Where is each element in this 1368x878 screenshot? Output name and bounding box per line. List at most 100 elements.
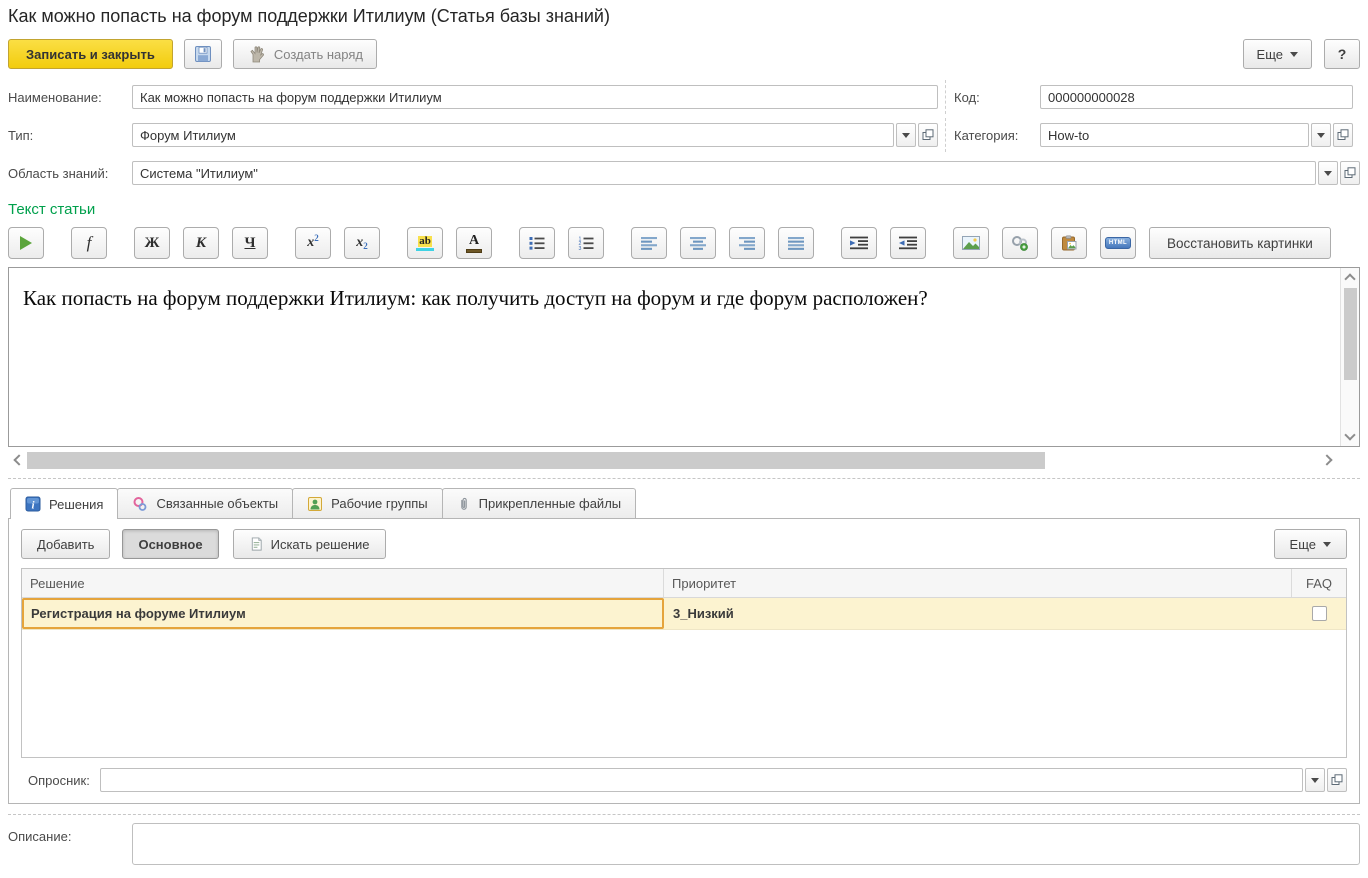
align-center-button[interactable] [680,227,716,259]
superscript-button[interactable]: x2 [295,227,331,259]
category-label: Категория: [954,128,1040,143]
tab-attached-files[interactable]: Прикрепленные файлы [442,488,637,518]
bold-button[interactable]: Ж [134,227,170,259]
font-color-button[interactable]: A [456,227,492,259]
font-button[interactable]: f [71,227,107,259]
insert-image-button[interactable] [953,227,989,259]
scroll-up-arrow[interactable] [1341,268,1360,287]
article-text-editor[interactable]: Как попасть на форум поддержки Итилиум: … [8,267,1360,447]
dropdown-caret-icon [1324,171,1332,176]
paste-button[interactable] [1051,227,1087,259]
column-header-priority[interactable]: Приоритет [664,569,1292,597]
restore-images-button[interactable]: Восстановить картинки [1149,227,1331,259]
page-title: Как можно попасть на форум поддержки Ити… [8,6,1360,30]
tab-label: Связанные объекты [156,496,278,511]
info-icon: i [25,496,41,512]
tab-label: Рабочие группы [331,496,427,511]
description-label: Описание: [8,823,132,844]
save-and-close-button[interactable]: Записать и закрыть [8,39,173,69]
tab-label: Решения [49,497,103,512]
help-button[interactable]: ? [1324,39,1360,69]
create-order-button[interactable]: Создать наряд [233,39,377,69]
highlight-color-button[interactable]: ab [407,227,443,259]
knowledge-area-dropdown-button[interactable] [1318,161,1338,185]
tab-work-groups[interactable]: Рабочие группы [292,488,442,518]
align-right-button[interactable] [729,227,765,259]
questionnaire-field[interactable] [100,768,1303,792]
command-bar: Записать и закрыть Создать [8,38,1360,70]
svg-text:3: 3 [579,246,582,250]
type-open-button[interactable] [918,123,938,147]
questionnaire-row: Опросник: [21,768,1347,792]
scroll-down-arrow[interactable] [1341,427,1360,446]
underline-button[interactable]: Ч [232,227,268,259]
questionnaire-label: Опросник: [28,773,100,788]
font-icon: f [87,233,92,253]
html-mode-button[interactable]: HTML [1100,227,1136,259]
main-toggle-button[interactable]: Основное [122,529,218,559]
solutions-toolbar: Добавить Основное Искать решение Еще [21,529,1347,559]
tab-solutions[interactable]: i Решения [10,488,118,519]
subscript-icon: x2 [356,235,368,251]
indent-increase-icon [850,236,868,250]
solutions-table: Решение Приоритет FAQ Регистрация на фор… [21,568,1347,758]
workgroup-icon [307,496,323,512]
underline-icon: Ч [244,235,255,252]
horizontal-scroll-thumb[interactable] [27,452,1045,469]
category-open-button[interactable] [1333,123,1353,147]
column-header-solution[interactable]: Решение [22,569,664,597]
preview-button[interactable] [8,227,44,259]
indent-increase-button[interactable] [841,227,877,259]
align-left-button[interactable] [631,227,667,259]
align-left-icon [641,236,658,250]
knowledge-area-field[interactable] [132,161,1316,185]
indent-decrease-button[interactable] [890,227,926,259]
knowledge-area-label: Область знаний: [8,166,132,181]
code-field[interactable] [1040,85,1353,109]
subscript-button[interactable]: x2 [344,227,380,259]
faq-checkbox[interactable] [1312,606,1327,621]
table-row[interactable]: Регистрация на форуме Итилиум 3_Низкий [22,598,1346,630]
scroll-left-arrow[interactable] [8,450,27,470]
column-header-faq[interactable]: FAQ [1292,569,1346,597]
description-field[interactable] [132,823,1360,865]
questionnaire-open-button[interactable] [1327,768,1347,792]
italic-icon: К [196,235,206,252]
category-field[interactable] [1040,123,1309,147]
bullet-list-button[interactable] [519,227,555,259]
category-dropdown-button[interactable] [1311,123,1331,147]
search-solution-button[interactable]: Искать решение [233,529,386,559]
vertical-scroll-thumb[interactable] [1344,288,1357,380]
separator [8,478,1360,479]
insert-link-button[interactable] [1002,227,1038,259]
type-combo [132,123,938,147]
horizontal-scrollbar[interactable] [8,450,1338,470]
paste-icon [1061,235,1077,251]
table-header: Решение Приоритет FAQ [22,569,1346,598]
paperclip-icon [457,496,471,512]
tab-linked-objects[interactable]: Связанные объекты [117,488,293,518]
article-text[interactable]: Как попасть на форум поддержки Итилиум: … [9,268,1359,311]
vertical-scrollbar[interactable] [1340,268,1359,446]
type-dropdown-button[interactable] [896,123,916,147]
scroll-right-arrow[interactable] [1319,450,1338,470]
solution-cell[interactable]: Регистрация на форуме Итилиум [22,598,664,629]
more-button[interactable]: Еще [1243,39,1312,69]
align-justify-button[interactable] [778,227,814,259]
solutions-more-button[interactable]: Еще [1274,529,1347,559]
numbered-list-button[interactable]: 1 2 3 [568,227,604,259]
type-field[interactable] [132,123,894,147]
align-justify-icon [788,236,805,250]
knowledge-area-open-button[interactable] [1340,161,1360,185]
preview-play-icon [20,236,32,250]
name-field[interactable] [132,85,938,109]
tab-strip: i Решения Связанные объекты [8,488,1360,518]
open-value-icon [922,129,934,141]
add-button[interactable]: Добавить [21,529,110,559]
save-button[interactable] [184,39,222,69]
italic-button[interactable]: К [183,227,219,259]
questionnaire-dropdown-button[interactable] [1305,768,1325,792]
create-order-label: Создать наряд [274,47,363,62]
priority-cell[interactable]: 3_Низкий [664,598,1292,629]
caret-down-icon [1323,542,1331,547]
